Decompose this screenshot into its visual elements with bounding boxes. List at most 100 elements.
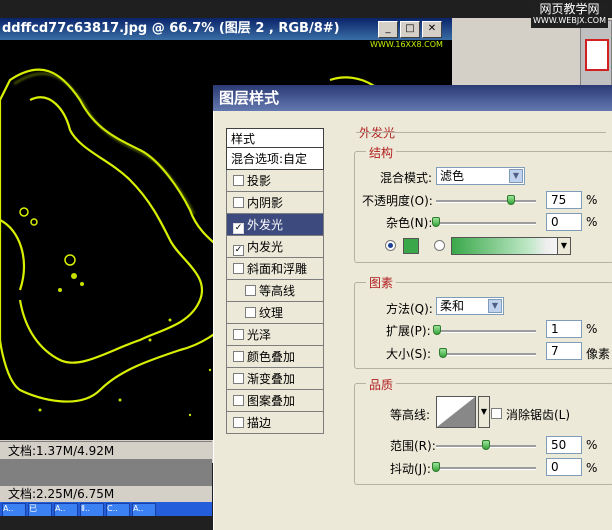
styles-header[interactable]: 样式 (226, 128, 324, 148)
taskbar-button[interactable]: 已 (28, 503, 52, 517)
blend-mode-label: 混合模式: (380, 171, 433, 185)
jitter-input[interactable]: 0 (546, 458, 582, 476)
noise-input[interactable]: 0 (546, 213, 582, 231)
taskbar-button[interactable]: A.. (132, 503, 156, 517)
style-checkbox[interactable] (233, 175, 244, 186)
spread-slider-track[interactable] (436, 330, 536, 333)
style-checkbox[interactable] (233, 329, 244, 340)
glow-color-swatch[interactable] (403, 238, 419, 254)
size-input[interactable]: 7 (546, 342, 582, 360)
size-slider-track[interactable] (440, 353, 536, 356)
style-item-label: 颜色叠加 (247, 350, 296, 364)
jitter-slider-track[interactable] (436, 467, 536, 470)
style-checkbox[interactable] (233, 373, 244, 384)
style-checkbox[interactable] (233, 417, 244, 428)
spread-input[interactable]: 1 (546, 320, 582, 338)
structure-title: 结构 (366, 144, 397, 161)
contour-picker[interactable] (436, 396, 476, 428)
quality-title: 品质 (366, 376, 397, 393)
antialias-label: 消除锯齿(L) (506, 408, 571, 422)
style-item-label: 描边 (247, 416, 272, 430)
dialog-titlebar[interactable]: 图层样式 (213, 85, 612, 111)
size-slider-thumb[interactable] (438, 348, 447, 358)
style-item[interactable]: 投影 (226, 170, 324, 192)
opacity-unit: % (586, 193, 598, 207)
style-checkbox[interactable]: ✓ (233, 245, 244, 256)
background-panel (452, 18, 612, 88)
taskbar-button[interactable]: A.. (2, 503, 26, 517)
style-item-label: 图案叠加 (247, 394, 296, 408)
size-unit: 像素 (586, 347, 611, 361)
opacity-label: 不透明度(O): (362, 194, 433, 208)
style-item-label: 内阴影 (247, 196, 284, 210)
style-item-label: 纹理 (259, 306, 284, 320)
document-title: ddffcd77c63817.jpg @ 66.7% (图层 2 , RGB/8… (2, 21, 340, 36)
style-checkbox[interactable] (233, 351, 244, 362)
contour-preview-icon (437, 397, 475, 427)
style-item[interactable]: 描边 (226, 412, 324, 434)
site-logo: 网页教学网 WWW.WEBJX.COM (531, 2, 608, 28)
blend-options-item[interactable]: 混合选项:自定 (226, 148, 324, 170)
opacity-input[interactable]: 75 (546, 191, 582, 209)
logo-line1: 网页教学网 (539, 2, 600, 16)
method-select[interactable]: 柔和 ▼ (436, 297, 504, 315)
style-item[interactable]: 光泽 (226, 324, 324, 346)
style-item-label: 投影 (247, 174, 272, 188)
range-input[interactable]: 50 (546, 436, 582, 454)
noise-slider-thumb[interactable] (432, 217, 440, 227)
bottom-area (0, 516, 212, 530)
navigator-preview (585, 39, 609, 71)
taskbar-button[interactable]: A.. (54, 503, 78, 517)
method-value: 柔和 (440, 299, 465, 313)
style-checkbox[interactable] (233, 395, 244, 406)
taskbar-button[interactable]: Ⅱ.. (80, 503, 104, 517)
second-document-size: 文档:2.25M/6.75M (8, 487, 115, 501)
chevron-down-icon: ▼ (488, 299, 502, 313)
logo-line2: WWW.WEBJX.COM (533, 16, 606, 25)
style-item[interactable]: 等高线 (226, 280, 324, 302)
style-checkbox[interactable] (245, 307, 256, 318)
contour-dropdown-icon[interactable]: ▼ (478, 396, 490, 428)
range-slider-thumb[interactable] (482, 440, 490, 450)
gradient-radio[interactable] (434, 240, 445, 251)
size-label: 大小(S): (386, 347, 432, 361)
style-item[interactable]: 渐变叠加 (226, 368, 324, 390)
noise-slider-track[interactable] (436, 222, 536, 225)
blend-mode-select[interactable]: 滤色 ▼ (436, 167, 525, 185)
style-item[interactable]: 颜色叠加 (226, 346, 324, 368)
maximize-button[interactable]: □ (400, 21, 420, 38)
divider (356, 132, 606, 133)
style-item[interactable]: 图案叠加 (226, 390, 324, 412)
style-item-label: 等高线 (259, 284, 296, 298)
opacity-slider-track[interactable] (436, 200, 536, 203)
style-checkbox[interactable] (233, 197, 244, 208)
document-size-status: 文档:1.37M/4.92M (8, 444, 115, 458)
style-checkbox[interactable]: ✓ (233, 223, 244, 234)
style-item[interactable]: ✓ 外发光 (226, 214, 324, 236)
second-document-status: 文档:2.25M/6.75M (0, 486, 212, 502)
style-item-label: 光泽 (247, 328, 272, 342)
taskbar-button[interactable]: C.. (106, 503, 130, 517)
gradient-picker[interactable]: ▼ (451, 237, 571, 255)
solid-color-radio[interactable] (385, 240, 396, 251)
style-item[interactable]: 斜面和浮雕 (226, 258, 324, 280)
style-item-label: 内发光 (247, 240, 284, 254)
window-controls: _ □ ✕ (378, 21, 442, 38)
style-checkbox[interactable] (245, 285, 256, 296)
taskbar: A.. 已 A.. Ⅱ.. C.. A.. (0, 502, 212, 517)
jitter-unit: % (586, 461, 598, 475)
document-status-bar: 文档:1.37M/4.92M (0, 441, 212, 459)
style-item[interactable]: 纹理 (226, 302, 324, 324)
contour-label: 等高线: (390, 408, 431, 422)
antialias-checkbox[interactable] (491, 408, 502, 419)
minimize-button[interactable]: _ (378, 21, 398, 38)
style-item[interactable]: ✓ 内发光 (226, 236, 324, 258)
watermark-text: WWW.16XX8.COM (370, 40, 443, 49)
gradient-dropdown-icon[interactable]: ▼ (557, 238, 570, 254)
opacity-slider-thumb[interactable] (507, 195, 515, 205)
close-button[interactable]: ✕ (422, 21, 442, 38)
jitter-slider-thumb[interactable] (432, 462, 440, 472)
spread-slider-thumb[interactable] (433, 325, 441, 335)
style-checkbox[interactable] (233, 263, 244, 274)
style-item[interactable]: 内阴影 (226, 192, 324, 214)
